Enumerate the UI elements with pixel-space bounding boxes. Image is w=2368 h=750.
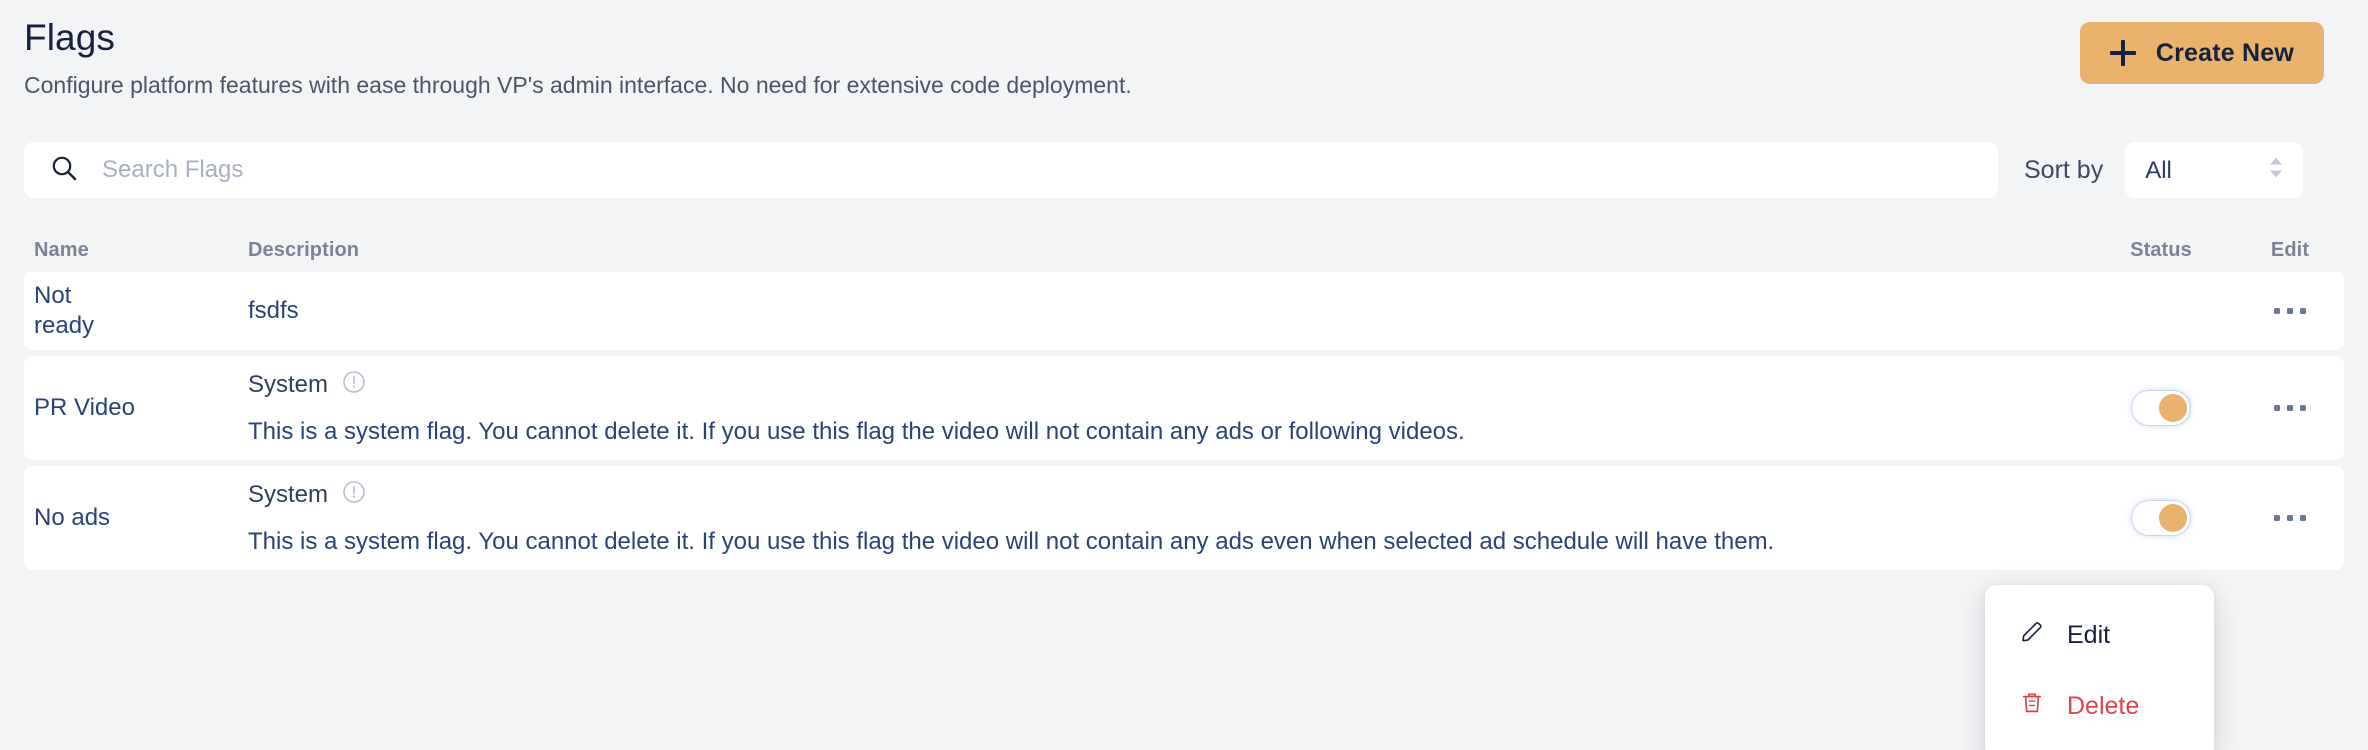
dot [2300,515,2306,521]
plus-icon [2109,40,2136,66]
flag-description-text: fsdfs [248,297,299,324]
flags-page: Flags Configure platform features with e… [0,0,2368,750]
table-row[interactable]: Not ready fsdfs [24,272,2344,350]
sort-select-wrapper[interactable]: All [2125,142,2304,198]
flag-status-cell [2086,294,2236,328]
dot [2287,515,2293,521]
row-context-menu: Edit Delete [1985,585,2214,750]
flag-edit-cell [2236,498,2344,538]
pencil-icon [2019,619,2045,652]
search-icon [50,154,78,187]
flag-name: PR Video [34,394,135,421]
info-circle-icon [342,480,366,511]
status-toggle[interactable] [2132,391,2190,425]
dot [2287,308,2293,314]
create-new-button-label: Create New [2155,38,2294,67]
flag-edit-cell [2236,291,2344,331]
table-header-row: Name Description Status Edit [24,228,2344,272]
context-menu-item-label: Delete [2067,692,2140,720]
flag-description: fsdfs [136,296,2086,326]
flags-table: Name Description Status Edit Not ready f… [24,228,2344,750]
column-header-status: Status [2130,238,2192,261]
table-row[interactable]: PR Video System This is a system flag. Y… [24,356,2344,460]
dot [2300,405,2306,411]
flag-edit-cell [2236,388,2344,428]
flag-description-text: This is a system flag. You cannot delete… [248,417,1465,445]
dot [2274,308,2280,314]
column-header-edit: Edit [2270,238,2310,261]
table-row[interactable]: No ads System This is a system flag. You… [24,466,2344,570]
page-title: Flags [24,17,115,58]
flag-name: No ads [34,504,111,531]
system-label: System [248,371,329,398]
ellipsis-icon[interactable] [2266,291,2314,331]
flag-status-cell [2086,501,2236,535]
ellipsis-icon[interactable] [2266,388,2314,428]
search-box[interactable] [24,142,1998,198]
context-menu-item-edit[interactable]: Edit [1985,607,2214,664]
context-menu-item-delete[interactable]: Delete [1985,678,2214,735]
flag-description: System This is a system flag. You cannot… [136,370,2086,447]
sort-by-label: Sort by [2024,155,2104,184]
toolbar: Sort by All [24,142,2344,198]
toggle-knob [2159,504,2187,532]
flag-name: Not ready [34,282,95,339]
system-flag-marker: System [248,370,2066,401]
column-header-description: Description [248,238,360,261]
page-header: Flags Configure platform features with e… [24,0,2344,118]
flag-description-text: This is a system flag. You cannot delete… [248,527,1775,555]
status-toggle[interactable] [2132,501,2190,535]
sort-group: Sort by All [2024,142,2304,198]
dot [2287,405,2293,411]
context-menu-item-label: Edit [2067,621,2111,649]
create-new-button[interactable]: Create New [2079,22,2324,84]
info-circle-icon [342,370,366,401]
system-label: System [248,481,329,508]
trash-icon [2019,690,2045,723]
dot [2274,405,2280,411]
ellipsis-icon[interactable] [2266,498,2314,538]
search-input[interactable] [102,156,1972,184]
toggle-knob [2159,394,2187,422]
sort-select[interactable]: All [2125,142,2304,198]
flag-description: System This is a system flag. You cannot… [136,480,2086,557]
flag-status-cell [2086,391,2236,425]
page-subtitle: Configure platform features with ease th… [24,72,1132,98]
system-flag-marker: System [248,480,2066,511]
dot [2274,515,2280,521]
dot [2300,308,2306,314]
column-header-name: Name [34,238,89,261]
